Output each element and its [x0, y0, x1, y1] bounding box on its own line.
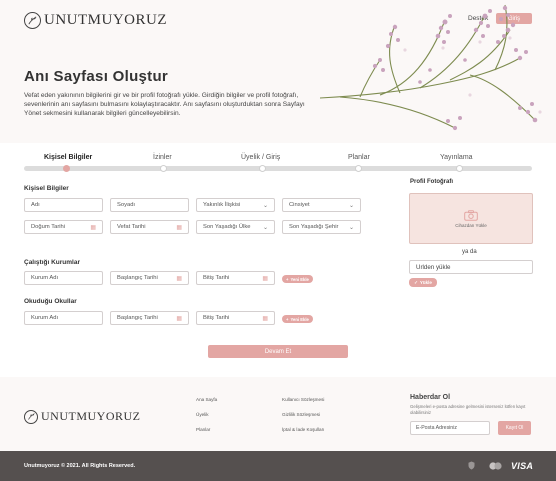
continue-button[interactable]: Devam Et	[208, 345, 348, 358]
logo-text: UNUTMUYORUZ	[44, 12, 167, 28]
birth-date-placeholder: Doğum Tarihi	[31, 224, 66, 230]
plus-icon: +	[286, 316, 289, 322]
bottom-bar: Unutmuyoruz © 2021. All Rights Reserved.…	[0, 451, 556, 481]
school-institution-placeholder: Kurum Adı	[31, 315, 59, 321]
work-start-date-field[interactable]: Başlangıç Tarihi ▦	[110, 271, 189, 285]
step-dot	[259, 165, 266, 172]
page-description: Vefat eden yakınının bilgilerini gir ve …	[24, 92, 305, 117]
footer-link-privacy[interactable]: Gizlilik Sözleşmesi	[282, 412, 320, 417]
url-upload-field[interactable]: Urlden yükle	[409, 260, 533, 274]
upload-from-device-label: Cihazdan Yükle	[455, 222, 487, 228]
birth-date-field[interactable]: Doğum Tarihi ▦	[24, 220, 103, 234]
step-dot	[456, 165, 463, 172]
last-country-select[interactable]: Son Yaşadığı Ülke ⌄	[196, 220, 275, 234]
footer-link-refund[interactable]: İptal & İade Koşulları	[282, 427, 324, 432]
school-start-date-field[interactable]: Başlangıç Tarihi ▦	[110, 311, 189, 325]
calendar-icon: ▦	[262, 275, 268, 282]
chevron-down-icon: ⌄	[262, 224, 268, 231]
newsletter-email-placeholder: E-Posta Adresiniz	[416, 425, 457, 431]
calendar-icon: ▦	[176, 315, 182, 322]
last-name-placeholder: Soyadı	[117, 202, 136, 208]
step-permissions[interactable]: İzinler	[153, 154, 172, 161]
add-school-button[interactable]: + Yeni Ekle	[282, 315, 313, 323]
add-school-label: Yeni Ekle	[290, 316, 309, 322]
check-icon: ✓	[414, 279, 418, 285]
profile-photo-title: Profil Fotoğrafı	[410, 179, 453, 185]
death-date-field[interactable]: Vefat Tarihi ▦	[110, 220, 189, 234]
add-work-button[interactable]: + Yeni Ekle	[282, 275, 313, 283]
hero-section: UNUTMUYORUZ Destek Giriş Anı Sayfası Olu…	[0, 0, 556, 143]
first-name-placeholder: Adı	[31, 202, 40, 208]
url-upload-label: Urlden yükle	[416, 263, 451, 271]
last-name-field[interactable]: Soyadı	[110, 198, 189, 212]
footer-logo-text: UNUTMUYORUZ	[41, 409, 141, 423]
calendar-icon: ▦	[90, 224, 96, 231]
school-start-date-placeholder: Başlangıç Tarihi	[117, 315, 158, 321]
first-name-field[interactable]: Adı	[24, 198, 103, 212]
school-institution-field[interactable]: Kurum Adı	[24, 311, 103, 325]
calendar-icon: ▦	[176, 224, 182, 231]
work-end-date-placeholder: Bitiş Tarihi	[203, 275, 230, 281]
newsletter-title: Haberdar Ol	[410, 394, 451, 401]
work-end-date-field[interactable]: Bitiş Tarihi ▦	[196, 271, 275, 285]
work-institution-placeholder: Kurum Adı	[31, 275, 59, 281]
header-logo[interactable]: UNUTMUYORUZ	[24, 12, 167, 29]
footer-link-plans[interactable]: Planlar	[196, 427, 210, 432]
relation-placeholder: Yakınlık İlişkisi	[203, 202, 241, 208]
school-section-title: Okuduğu Okullar	[24, 298, 77, 305]
step-dot-active	[63, 165, 70, 172]
last-city-placeholder: Son Yaşadığı Şehir	[289, 224, 339, 230]
school-end-date-placeholder: Bitiş Tarihi	[203, 315, 230, 321]
step-personal-info[interactable]: Kişisel Bilgiler	[44, 154, 92, 161]
school-end-date-field[interactable]: Bitiş Tarihi ▦	[196, 311, 275, 325]
chevron-down-icon: ⌄	[348, 202, 354, 209]
step-publishing[interactable]: Yayınlama	[440, 154, 473, 161]
last-country-placeholder: Son Yaşadığı Ülke	[203, 224, 251, 230]
upload-from-device-area[interactable]: Cihazdan Yükle	[409, 193, 533, 244]
flowers-illustration	[320, 4, 542, 131]
work-section-title: Çalıştığı Kurumlar	[24, 259, 80, 266]
footer-logo[interactable]: UNUTMUYORUZ	[24, 409, 141, 424]
last-city-select[interactable]: Son Yaşadığı Şehir ⌄	[282, 220, 361, 234]
calendar-icon: ▦	[262, 315, 268, 322]
flower-logo-icon	[24, 409, 38, 424]
footer-link-membership[interactable]: Üyelik	[196, 412, 209, 417]
plus-icon: +	[286, 276, 289, 282]
relation-select[interactable]: Yakınlık İlişkisi ⌄	[196, 198, 275, 212]
security-shield-icon	[468, 461, 475, 470]
footer: UNUTMUYORUZ Ana Sayfa Üyelik Planlar Kul…	[0, 377, 556, 451]
calendar-icon: ▦	[176, 275, 182, 282]
mastercard-icon	[489, 462, 502, 470]
newsletter-description: Gelişmeleri e-posta adresine gelmesini i…	[410, 404, 526, 415]
flower-logo-icon	[24, 12, 41, 29]
death-date-placeholder: Vefat Tarihi	[117, 224, 146, 230]
page-title: Anı Sayfası Oluştur	[24, 68, 169, 85]
url-upload-button-label: Yükle	[419, 280, 432, 285]
add-work-label: Yeni Ekle	[290, 276, 309, 282]
visa-icon: VISA	[511, 461, 534, 471]
chevron-down-icon: ⌄	[348, 224, 354, 231]
footer-link-home[interactable]: Ana Sayfa	[196, 397, 217, 402]
step-membership[interactable]: Üyelik / Giriş	[241, 154, 280, 161]
step-plans[interactable]: Planlar	[348, 154, 370, 161]
footer-link-user-agreement[interactable]: Kullanıcı Sözleşmesi	[282, 397, 324, 402]
camera-icon	[464, 209, 478, 221]
gender-select[interactable]: Cinsiyet ⌄	[282, 198, 361, 212]
work-institution-field[interactable]: Kurum Adı	[24, 271, 103, 285]
subscribe-button[interactable]: Kayıt Ol	[498, 421, 531, 435]
url-upload-button[interactable]: ✓ Yükle	[409, 278, 437, 287]
step-dot	[160, 165, 167, 172]
work-start-date-placeholder: Başlangıç Tarihi	[117, 275, 158, 281]
or-separator: ya da	[462, 249, 477, 255]
gender-placeholder: Cinsiyet	[289, 202, 310, 208]
step-dot	[355, 165, 362, 172]
personal-info-title: Kişisel Bilgiler	[24, 185, 69, 192]
newsletter-email-field[interactable]: E-Posta Adresiniz	[410, 421, 490, 435]
chevron-down-icon: ⌄	[262, 202, 268, 209]
copyright-text: Unutmuyoruz © 2021. All Rights Reserved.	[24, 463, 136, 469]
